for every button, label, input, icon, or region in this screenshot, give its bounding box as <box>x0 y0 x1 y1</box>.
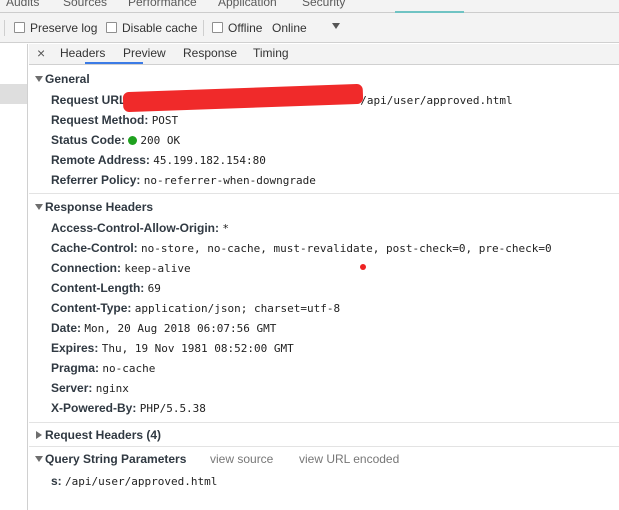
request-method-row: Request Method: POST <box>51 113 178 127</box>
header-value: no-store, no-cache, must-revalidate, pos… <box>141 242 552 255</box>
active-tab-indicator <box>85 62 143 64</box>
tab-headers[interactable]: Headers <box>60 46 105 60</box>
header-value: PHP/5.5.38 <box>139 402 206 415</box>
header-value: application/json; charset=utf-8 <box>134 302 341 315</box>
query-param-row: s: /api/user/approved.html <box>51 474 217 488</box>
toolbar-separator <box>203 20 204 36</box>
query-param-key: s: <box>51 474 62 488</box>
offline-checkbox[interactable] <box>212 22 223 33</box>
query-param-value: /api/user/approved.html <box>65 475 218 488</box>
request-method-label: Request Method: <box>51 113 149 127</box>
disable-cache-label[interactable]: Disable cache <box>122 21 197 35</box>
header-value: keep-alive <box>124 262 191 275</box>
triangle-down-icon[interactable] <box>35 204 43 210</box>
remote-address-label: Remote Address: <box>51 153 150 167</box>
network-toolbar: Preserve log Disable cache Offline Onlin… <box>0 13 619 43</box>
header-row: Date: Mon, 20 Aug 2018 06:07:56 GMT <box>51 321 276 335</box>
header-key: Content-Length: <box>51 281 145 295</box>
view-url-encoded-link[interactable]: view URL encoded <box>299 452 399 466</box>
header-key: Content-Type: <box>51 301 132 315</box>
chevron-down-icon[interactable] <box>332 23 340 29</box>
header-row: Pragma: no-cache <box>51 361 155 375</box>
view-source-link[interactable]: view source <box>210 452 273 466</box>
tab-audits[interactable]: Audits <box>6 0 39 9</box>
header-row: Connection: keep-alive <box>51 261 191 275</box>
header-value: 69 <box>147 282 161 295</box>
tab-security[interactable]: Security <box>302 0 345 9</box>
request-url-value: =/api/user/approved.html <box>353 94 513 107</box>
header-row: X-Powered-By: PHP/5.5.38 <box>51 401 206 415</box>
preserve-log-label[interactable]: Preserve log <box>30 21 97 35</box>
remote-address-value: 45.199.182.154:80 <box>153 154 266 167</box>
tab-preview[interactable]: Preview <box>123 46 166 60</box>
header-value: Thu, 19 Nov 1981 08:52:00 GMT <box>101 342 294 355</box>
status-code-label: Status Code: <box>51 133 126 147</box>
status-ok-icon <box>128 136 138 145</box>
header-value: nginx <box>95 382 129 395</box>
triangle-down-icon[interactable] <box>35 456 43 462</box>
redaction-mark <box>122 83 364 113</box>
response-headers-title[interactable]: Response Headers <box>45 200 153 214</box>
header-value: * <box>222 222 229 235</box>
referrer-policy-value: no-referrer-when-downgrade <box>143 174 316 187</box>
header-key: Cache-Control: <box>51 241 138 255</box>
disable-cache-checkbox[interactable] <box>106 22 117 33</box>
tab-performance[interactable]: Performance <box>128 0 197 9</box>
request-headers-title[interactable]: Request Headers (4) <box>45 428 161 442</box>
tab-response[interactable]: Response <box>183 46 237 60</box>
remote-address-row: Remote Address: 45.199.182.154:80 <box>51 153 266 167</box>
section-divider <box>29 193 619 194</box>
general-section-title[interactable]: General <box>45 72 90 86</box>
throttling-select[interactable]: Online <box>272 21 307 35</box>
section-divider <box>29 422 619 423</box>
header-row: Expires: Thu, 19 Nov 1981 08:52:00 GMT <box>51 341 294 355</box>
referrer-policy-label: Referrer Policy: <box>51 173 141 187</box>
triangle-down-icon[interactable] <box>35 76 43 82</box>
request-url-label: Request URL: <box>51 93 131 107</box>
detail-tabs: × Headers Preview Response Timing <box>29 44 619 65</box>
offline-label[interactable]: Offline <box>228 21 262 35</box>
request-list <box>0 44 28 510</box>
panel-tab-bar: Audits Sources Performance Application S… <box>0 0 619 13</box>
preserve-log-checkbox[interactable] <box>14 22 25 33</box>
headers-panel: General Request URL: =/api/user/approved… <box>29 66 619 510</box>
query-string-title[interactable]: Query String Parameters <box>45 452 186 466</box>
triangle-right-icon[interactable] <box>36 431 42 439</box>
header-key: Access-Control-Allow-Origin: <box>51 221 220 235</box>
header-key: Expires: <box>51 341 99 355</box>
header-row: Access-Control-Allow-Origin: * <box>51 221 229 235</box>
status-code-row: Status Code: 200 OK <box>51 133 180 147</box>
tab-sources[interactable]: Sources <box>63 0 107 9</box>
request-method-value: POST <box>151 114 179 127</box>
section-divider <box>29 446 619 447</box>
close-icon[interactable]: × <box>37 45 45 61</box>
header-value: Mon, 20 Aug 2018 06:07:56 GMT <box>84 322 277 335</box>
header-value: no-cache <box>102 362 156 375</box>
header-key: Connection: <box>51 261 121 275</box>
toolbar-separator <box>4 20 5 36</box>
header-key: Server: <box>51 381 93 395</box>
header-key: Date: <box>51 321 82 335</box>
header-row: Content-Type: application/json; charset=… <box>51 301 340 315</box>
header-key: Pragma: <box>51 361 100 375</box>
status-code-value: 200 OK <box>140 134 181 147</box>
header-key: X-Powered-By: <box>51 401 137 415</box>
header-row: Cache-Control: no-store, no-cache, must-… <box>51 241 552 255</box>
tab-application[interactable]: Application <box>218 0 277 9</box>
header-row: Content-Length: 69 <box>51 281 161 295</box>
red-dot-mark <box>360 264 366 270</box>
referrer-policy-row: Referrer Policy: no-referrer-when-downgr… <box>51 173 316 187</box>
selected-request-row[interactable] <box>0 84 27 104</box>
header-row: Server: nginx <box>51 381 129 395</box>
tab-timing[interactable]: Timing <box>253 46 289 60</box>
